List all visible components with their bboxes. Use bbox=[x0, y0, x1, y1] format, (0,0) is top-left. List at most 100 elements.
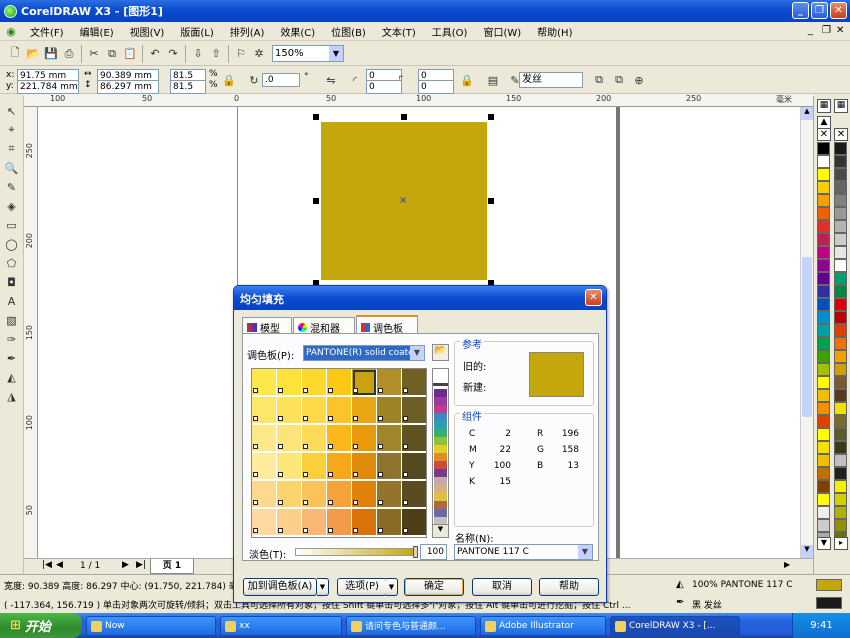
palette-swatch[interactable] bbox=[834, 428, 847, 441]
palette-swatch[interactable] bbox=[834, 363, 847, 376]
hue-band[interactable] bbox=[434, 397, 447, 405]
menu-file[interactable]: 文件(F) bbox=[22, 24, 72, 39]
selection-handle[interactable] bbox=[401, 114, 407, 120]
palette-swatch[interactable] bbox=[817, 506, 830, 519]
palette-swatch[interactable] bbox=[834, 220, 847, 233]
palette-swatch[interactable] bbox=[817, 194, 830, 207]
color-swatch[interactable] bbox=[302, 509, 327, 536]
freehand-tool-icon[interactable]: ✎ bbox=[3, 178, 21, 196]
hue-band[interactable] bbox=[434, 461, 447, 469]
pick-tool-icon[interactable]: ↖ bbox=[3, 102, 21, 120]
tab-mixer[interactable]: 混和器 bbox=[293, 317, 355, 335]
palette-expand-icon[interactable]: ▸ bbox=[834, 537, 848, 550]
color-swatch[interactable] bbox=[252, 453, 277, 480]
lock-ratio-icon[interactable]: 🔒 bbox=[220, 71, 238, 89]
color-swatch[interactable] bbox=[377, 425, 402, 452]
palette-swatch[interactable] bbox=[817, 233, 830, 246]
basic-shapes-icon[interactable]: ◘ bbox=[3, 273, 21, 291]
palette-swatch[interactable] bbox=[834, 181, 847, 194]
palette-swatch[interactable] bbox=[834, 415, 847, 428]
palette-swatch[interactable] bbox=[817, 376, 830, 389]
color-swatch[interactable] bbox=[352, 369, 377, 396]
hue-band[interactable] bbox=[434, 405, 447, 413]
text-tool-icon[interactable]: A bbox=[3, 292, 21, 310]
color-swatch[interactable] bbox=[277, 481, 302, 508]
color-swatch[interactable] bbox=[352, 425, 377, 452]
options-dropdown-chevron-icon[interactable]: ▼ bbox=[386, 578, 398, 596]
cancel-button[interactable]: 取消 bbox=[472, 578, 532, 596]
palette-swatch[interactable] bbox=[817, 350, 830, 363]
menu-tools[interactable]: 工具(O) bbox=[424, 24, 476, 39]
palette-swatch[interactable] bbox=[834, 350, 847, 363]
hue-band[interactable] bbox=[434, 469, 447, 477]
hue-band[interactable] bbox=[434, 389, 447, 397]
hue-band[interactable] bbox=[434, 429, 447, 437]
export-icon[interactable]: ⇧ bbox=[207, 45, 225, 63]
color-swatch[interactable] bbox=[352, 481, 377, 508]
color-swatch[interactable] bbox=[402, 481, 426, 508]
color-swatch[interactable] bbox=[252, 397, 277, 424]
smart-fill-icon[interactable]: ◈ bbox=[3, 197, 21, 215]
no-color-swatch[interactable]: ✕ bbox=[834, 128, 848, 141]
welcome-icon[interactable]: ✲ bbox=[250, 45, 268, 63]
color-swatch[interactable] bbox=[277, 509, 302, 536]
hue-band[interactable] bbox=[434, 477, 447, 485]
palette-swatch[interactable] bbox=[817, 246, 830, 259]
undo-icon[interactable]: ↶ bbox=[146, 45, 164, 63]
hue-band[interactable] bbox=[434, 421, 447, 429]
scale-y-field[interactable]: 81.5 bbox=[170, 80, 206, 94]
palette-swatch[interactable] bbox=[817, 480, 830, 493]
palette-swatch[interactable] bbox=[834, 233, 847, 246]
eyedropper-icon[interactable]: ✑ bbox=[3, 330, 21, 348]
palette-swatch[interactable] bbox=[817, 272, 830, 285]
palette-swatch[interactable] bbox=[834, 298, 847, 311]
color-swatch[interactable] bbox=[277, 453, 302, 480]
scroll-right-icon[interactable]: ▶ bbox=[784, 560, 790, 569]
options-button[interactable]: 选项(P) bbox=[337, 578, 387, 596]
palette-swatch[interactable] bbox=[817, 467, 830, 480]
y-position-field[interactable]: 221.784 mm bbox=[17, 80, 79, 94]
hue-band[interactable] bbox=[434, 445, 447, 453]
launcher-icon[interactable]: ⚐ bbox=[232, 45, 250, 63]
color-swatch[interactable] bbox=[252, 369, 277, 396]
palette-swatch[interactable] bbox=[817, 428, 830, 441]
tint-field[interactable]: 100 bbox=[420, 544, 447, 560]
color-swatch[interactable] bbox=[252, 509, 277, 536]
palette-swatch[interactable] bbox=[834, 324, 847, 337]
color-swatch[interactable] bbox=[302, 453, 327, 480]
chevron-down-icon[interactable]: ▼ bbox=[329, 46, 343, 61]
palette-swatch[interactable] bbox=[834, 519, 847, 532]
no-color-swatch[interactable]: ✕ bbox=[817, 128, 831, 141]
palette-swatch[interactable] bbox=[817, 220, 830, 233]
palette-swatch[interactable] bbox=[817, 415, 830, 428]
help-button[interactable]: 帮助 bbox=[539, 578, 599, 596]
page-tab[interactable]: 页 1 bbox=[150, 559, 194, 574]
import-icon[interactable]: ⇩ bbox=[189, 45, 207, 63]
menu-effects[interactable]: 效果(C) bbox=[272, 24, 323, 39]
palette-swatch[interactable] bbox=[817, 285, 830, 298]
menu-window[interactable]: 窗口(W) bbox=[475, 24, 529, 39]
zoom-select[interactable]: 150% ▼ bbox=[272, 45, 344, 62]
color-swatch[interactable] bbox=[302, 397, 327, 424]
palette-swatch[interactable] bbox=[834, 467, 847, 480]
mirror-icon[interactable]: ⇋ bbox=[322, 71, 340, 89]
wrap-text-icon[interactable]: ▤ bbox=[484, 71, 502, 89]
color-swatch[interactable] bbox=[352, 509, 377, 536]
color-swatch[interactable] bbox=[352, 453, 377, 480]
color-swatch[interactable] bbox=[377, 481, 402, 508]
selection-handle[interactable] bbox=[313, 114, 319, 120]
add-dropdown-chevron-icon[interactable]: ▼ bbox=[317, 578, 329, 596]
palette-swatch[interactable] bbox=[834, 194, 847, 207]
to-front-icon[interactable]: ⧉ bbox=[590, 71, 608, 89]
print-icon[interactable]: ⎙ bbox=[60, 45, 78, 63]
palette-swatch[interactable] bbox=[834, 272, 847, 285]
color-swatch[interactable] bbox=[327, 397, 352, 424]
menu-help[interactable]: 帮助(H) bbox=[529, 24, 580, 39]
doc-minimize-icon[interactable]: _ bbox=[808, 25, 813, 36]
palette-swatch[interactable] bbox=[834, 402, 847, 415]
palette-swatch[interactable] bbox=[817, 311, 830, 324]
tab-palette[interactable]: 调色板 bbox=[356, 315, 418, 335]
palette-swatch[interactable] bbox=[817, 337, 830, 350]
convert-curves-icon[interactable]: ⊕ bbox=[630, 71, 648, 89]
new-icon[interactable]: 🗋 bbox=[6, 45, 24, 63]
